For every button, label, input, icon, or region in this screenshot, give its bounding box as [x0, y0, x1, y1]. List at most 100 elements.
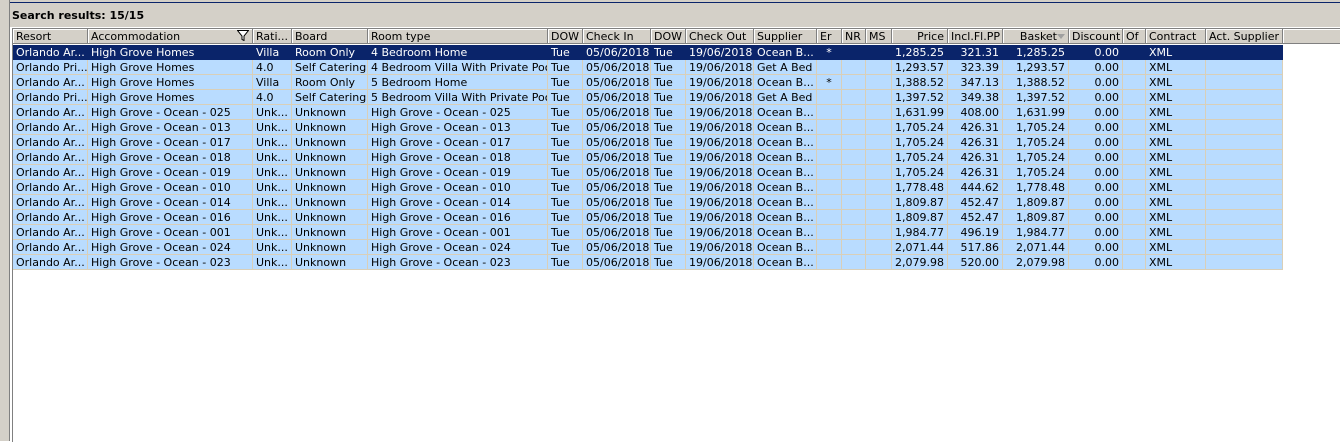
cell-check_out: 19/06/2018 [686, 255, 754, 270]
filter-icon[interactable] [236, 30, 250, 43]
cell-room_type: 4 Bedroom Villa With Private Pool [368, 60, 548, 75]
table-row[interactable]: Orlando Ar... High Grove - Ocean - 001 Unk… [13, 225, 1283, 240]
cell-resort: Orlando Pri... [13, 90, 88, 105]
table-row[interactable]: Orlando Pri... High Grove Homes 4.0 Self Ca… [13, 90, 1283, 105]
cell-nr [842, 75, 866, 90]
cell-discount: 0.00 [1069, 240, 1123, 255]
cell-board: Unknown [292, 120, 368, 135]
cell-dow_out: Tue [651, 225, 686, 240]
column-header-contract[interactable]: Contract [1146, 29, 1206, 44]
column-header-nr[interactable]: NR [842, 29, 866, 44]
cell-accommodation: High Grove - Ocean - 023 [88, 255, 253, 270]
cell-incl: 426.31 [948, 150, 1003, 165]
cell-contract: XML [1146, 210, 1206, 225]
column-header-room_type[interactable]: Room type [368, 29, 548, 44]
cell-act_supplier [1206, 120, 1283, 135]
cell-room_type: High Grove - Ocean - 010 [368, 180, 548, 195]
cell-discount: 0.00 [1069, 75, 1123, 90]
column-header-basket[interactable]: Basket [1003, 29, 1069, 44]
cell-contract: XML [1146, 150, 1206, 165]
table-row[interactable]: Orlando Pri... High Grove Homes 4.0 Self Ca… [13, 60, 1283, 75]
cell-dow_in: Tue [548, 255, 583, 270]
column-header-er[interactable]: Er [817, 29, 842, 44]
cell-price: 1,705.24 [892, 120, 948, 135]
cell-discount: 0.00 [1069, 225, 1123, 240]
column-header-supplier[interactable]: Supplier [754, 29, 817, 44]
cell-check_out: 19/06/2018 [686, 210, 754, 225]
cell-incl: 520.00 [948, 255, 1003, 270]
table-row[interactable]: Orlando Ar... High Grove - Ocean - 019 Unk… [13, 165, 1283, 180]
cell-accommodation: High Grove - Ocean - 024 [88, 240, 253, 255]
column-header-check_in[interactable]: Check In [583, 29, 651, 44]
column-header-label: Discount [1072, 30, 1121, 43]
cell-incl: 496.19 [948, 225, 1003, 240]
table-row[interactable]: Orlando Ar... High Grove - Ocean - 024 Unk… [13, 240, 1283, 255]
column-header-act_supplier[interactable]: Act. Supplier [1206, 29, 1283, 44]
cell-nr [842, 90, 866, 105]
cell-ms [866, 165, 892, 180]
cell-check_out: 19/06/2018 [686, 105, 754, 120]
cell-check_in: 05/06/2018 [583, 105, 651, 120]
column-header-of[interactable]: Of [1123, 29, 1146, 44]
cell-board: Self Catering [292, 90, 368, 105]
column-header-incl[interactable]: Incl.Fl.PP [948, 29, 1003, 44]
column-header-dow_in[interactable]: DOW [548, 29, 583, 44]
cell-rating: Unk... [253, 240, 292, 255]
column-header-price[interactable]: Price [892, 29, 948, 44]
table-row[interactable]: Orlando Ar... High Grove - Ocean - 017 Unk… [13, 135, 1283, 150]
cell-contract: XML [1146, 240, 1206, 255]
table-row[interactable]: Orlando Ar... High Grove - Ocean - 010 Unk… [13, 180, 1283, 195]
cell-nr [842, 210, 866, 225]
cell-rating: Unk... [253, 225, 292, 240]
column-header-label: Incl.Fl.PP [951, 30, 1000, 43]
cell-incl: 349.38 [948, 90, 1003, 105]
cell-basket: 1,388.52 [1003, 75, 1069, 90]
table-row[interactable]: Orlando Ar... High Grove - Ocean - 023 Unk… [13, 255, 1283, 270]
cell-act_supplier [1206, 45, 1283, 60]
cell-of [1123, 105, 1146, 120]
table-row[interactable]: Orlando Ar... High Grove - Ocean - 013 Unk… [13, 120, 1283, 135]
cell-discount: 0.00 [1069, 45, 1123, 60]
cell-of [1123, 45, 1146, 60]
column-header-dow_out[interactable]: DOW [651, 29, 686, 44]
column-header-check_out[interactable]: Check Out [686, 29, 754, 44]
cell-act_supplier [1206, 165, 1283, 180]
cell-ms [866, 210, 892, 225]
table-row[interactable]: Orlando Ar... High Grove - Ocean - 018 Unk… [13, 150, 1283, 165]
column-header-resort[interactable]: Resort [13, 29, 88, 44]
column-header-rating[interactable]: Rati... [253, 29, 292, 44]
column-header-label: DOW [654, 30, 683, 43]
cell-supplier: Ocean B... [754, 255, 817, 270]
cell-rating: Unk... [253, 210, 292, 225]
cell-act_supplier [1206, 90, 1283, 105]
table-row[interactable]: Orlando Ar... High Grove - Ocean - 025 Unk… [13, 105, 1283, 120]
cell-act_supplier [1206, 150, 1283, 165]
table-row[interactable]: Orlando Ar... High Grove - Ocean - 014 Unk… [13, 195, 1283, 210]
cell-check_in: 05/06/2018 [583, 210, 651, 225]
cell-of [1123, 195, 1146, 210]
column-header-discount[interactable]: Discount [1069, 29, 1123, 44]
cell-check_in: 05/06/2018 [583, 150, 651, 165]
cell-check_in: 05/06/2018 [583, 90, 651, 105]
table-row[interactable]: Orlando Ar... High Grove - Ocean - 016 Unk… [13, 210, 1283, 225]
cell-supplier: Get A Bed [754, 90, 817, 105]
column-header-ms[interactable]: MS [866, 29, 892, 44]
cell-check_out: 19/06/2018 [686, 135, 754, 150]
column-header-label: Board [295, 30, 328, 43]
cell-nr [842, 255, 866, 270]
column-header-accommodation[interactable]: Accommodation [88, 29, 253, 44]
cell-act_supplier [1206, 75, 1283, 90]
table-row[interactable]: Orlando Ar... High Grove Homes Villa Room O… [13, 75, 1283, 90]
cell-dow_in: Tue [548, 75, 583, 90]
cell-er [817, 105, 842, 120]
column-header-label: Resort [16, 30, 52, 43]
cell-contract: XML [1146, 135, 1206, 150]
cell-basket: 1,705.24 [1003, 165, 1069, 180]
table-row[interactable]: Orlando Ar... High Grove Homes Villa Room O… [13, 45, 1283, 60]
cell-board: Self Catering [292, 60, 368, 75]
cell-rating: Unk... [253, 120, 292, 135]
column-header-label: Of [1126, 30, 1139, 43]
column-header-board[interactable]: Board [292, 29, 368, 44]
results-grid[interactable]: Resort Accommodation Rati... Board Room type… [12, 28, 1340, 442]
cell-accommodation: High Grove - Ocean - 019 [88, 165, 253, 180]
